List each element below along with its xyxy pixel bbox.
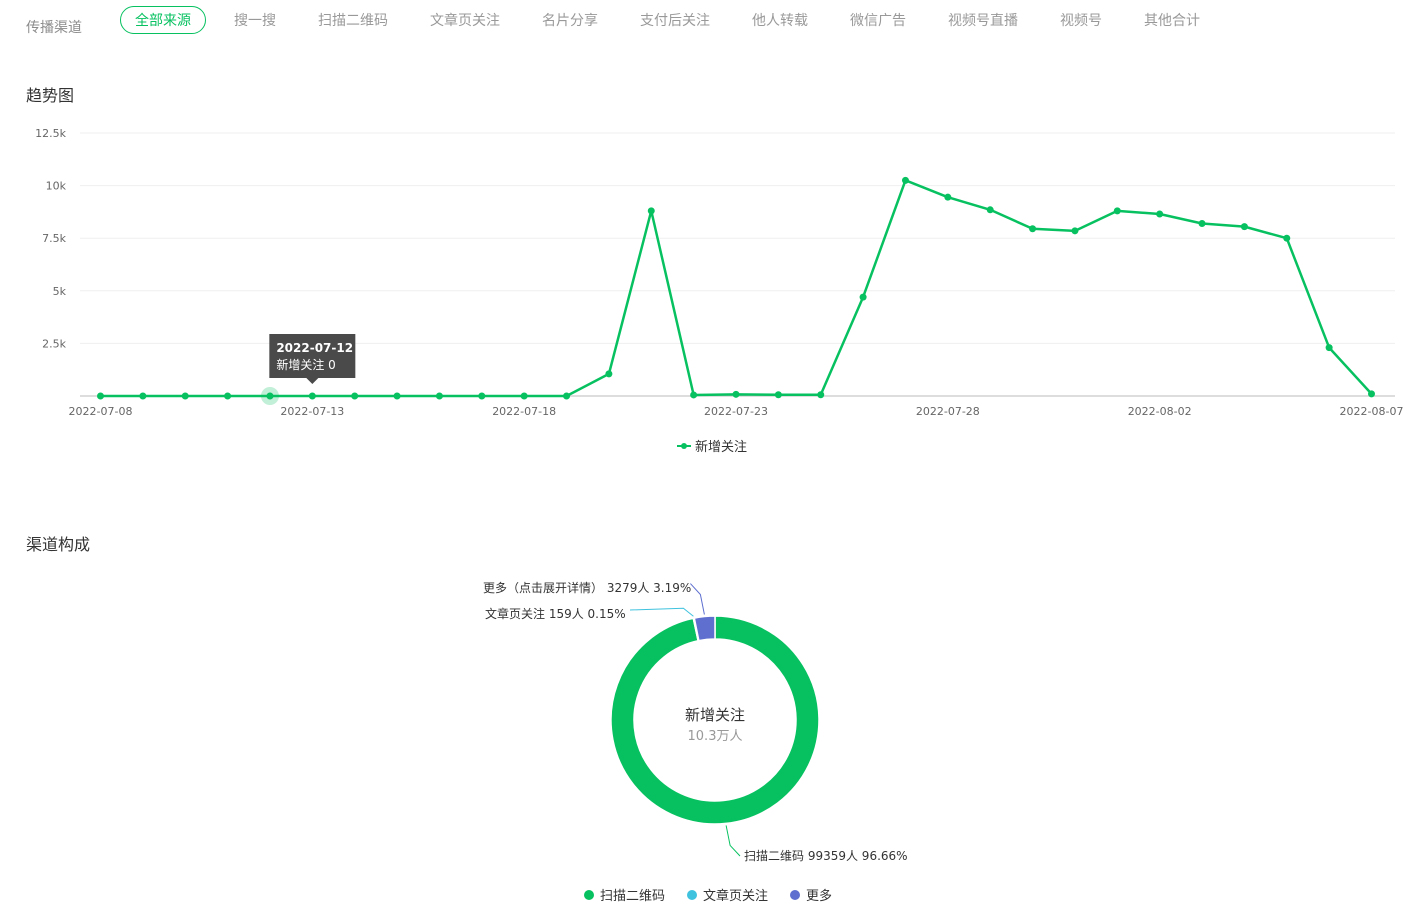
data-point[interactable] — [774, 391, 782, 399]
tooltip-value: 新增关注 0 — [276, 357, 335, 372]
composition-legend: 扫描二维码 文章页关注 更多 — [584, 885, 832, 904]
data-point[interactable] — [478, 392, 486, 400]
tooltip-arrow — [306, 378, 319, 384]
data-point[interactable] — [393, 392, 401, 400]
x-tick-label: 2022-07-23 — [704, 405, 768, 418]
tab-all-sources[interactable]: 全部来源 — [120, 6, 206, 34]
data-point[interactable] — [1198, 219, 1206, 227]
leader-line-more — [690, 583, 705, 615]
donut-slice-more[interactable] — [693, 615, 716, 642]
trend-chart: 2.5k 5k 7.5k 10k 12.5k 2022-07-08 2022-07-13 20… — [35, 127, 1404, 418]
leader-line-scan — [725, 825, 741, 857]
data-point[interactable] — [944, 193, 952, 201]
trend-legend-label: 新增关注 — [695, 440, 748, 455]
trend-legend[interactable]: 新增关注 — [677, 436, 747, 455]
tab-search[interactable]: 搜一搜 — [234, 11, 276, 31]
y-tick-label: 12.5k — [35, 127, 66, 140]
composition-title: 渠道构成 — [26, 535, 91, 554]
y-tick-label: 10k — [46, 180, 67, 193]
data-point[interactable] — [308, 392, 316, 400]
data-point[interactable] — [351, 392, 359, 400]
data-point[interactable] — [1368, 390, 1375, 398]
trend-title: 趋势图 — [26, 86, 75, 105]
legend-label-article[interactable]: 文章页关注 — [703, 885, 768, 904]
legend-label-more[interactable]: 更多 — [806, 885, 832, 904]
x-tick-label: 2022-07-13 — [280, 405, 344, 418]
data-point[interactable] — [563, 392, 571, 400]
x-tick-label: 2022-07-18 — [492, 405, 556, 418]
data-point[interactable] — [181, 392, 189, 400]
data-point[interactable] — [1283, 234, 1291, 242]
tab-article-follow[interactable]: 文章页关注 — [430, 11, 500, 31]
tab-after-payment[interactable]: 支付后关注 — [640, 11, 710, 31]
filter-label: 传播渠道 — [26, 20, 82, 36]
data-point[interactable] — [605, 370, 613, 378]
donut-center-title: 新增关注 — [685, 706, 745, 724]
x-tick-label: 2022-08-07 — [1340, 405, 1404, 418]
legend-dot-article — [687, 889, 698, 900]
data-point[interactable] — [732, 390, 740, 398]
data-point[interactable] — [817, 391, 825, 399]
data-point[interactable] — [266, 392, 274, 400]
y-tick-label: 5k — [53, 285, 67, 298]
data-point[interactable] — [1071, 227, 1079, 235]
leader-line-article — [629, 607, 694, 617]
x-tick-label: 2022-08-02 — [1128, 405, 1192, 418]
data-point[interactable] — [1156, 210, 1164, 218]
data-point[interactable] — [1240, 223, 1248, 231]
y-tick-label: 7.5k — [42, 232, 66, 245]
data-point[interactable] — [1325, 344, 1333, 352]
tab-channels-live[interactable]: 视频号直播 — [948, 11, 1018, 31]
pie-label-article: 文章页关注 159人 0.15% — [485, 606, 626, 621]
tab-wechat-ads[interactable]: 微信广告 — [850, 11, 906, 31]
data-point[interactable] — [139, 392, 147, 400]
data-point[interactable] — [1029, 225, 1037, 233]
x-tick-label: 2022-07-08 — [69, 405, 133, 418]
pie-label-scan: 扫描二维码 99359人 96.66% — [744, 849, 908, 863]
legend-line-marker — [677, 442, 691, 449]
legend-dot-more — [790, 889, 801, 900]
channel-filter-bar: 传播渠道 全部来源 搜一搜 扫描二维码 文章页关注 名片分享 支付后关注 他人转… — [0, 0, 1418, 44]
tooltip-date: 2022-07-12 — [276, 341, 353, 355]
data-point[interactable] — [647, 207, 655, 215]
donut-center-value: 10.3万人 — [688, 729, 743, 744]
x-tick-label: 2022-07-28 — [916, 405, 980, 418]
data-point[interactable] — [986, 206, 994, 214]
y-tick-label: 2.5k — [42, 337, 66, 350]
tab-channels[interactable]: 视频号 — [1060, 11, 1102, 31]
data-point[interactable] — [97, 392, 104, 400]
data-point[interactable] — [435, 392, 443, 400]
legend-dot-scan — [584, 889, 594, 900]
data-point[interactable] — [859, 293, 867, 301]
tab-others-total[interactable]: 其他合计 — [1144, 11, 1200, 31]
data-point[interactable] — [224, 392, 232, 400]
data-point[interactable] — [901, 176, 909, 184]
chart-tooltip: 2022-07-12 新增关注 0 — [269, 334, 356, 384]
composition-donut-chart: 更多（点击展开详情） 3279人 3.19% 文章页关注 159人 0.15% … — [483, 580, 908, 863]
tab-repost[interactable]: 他人转载 — [752, 11, 808, 31]
data-point[interactable] — [520, 392, 528, 400]
tab-card-share[interactable]: 名片分享 — [542, 11, 598, 31]
tab-scan-qrcode[interactable]: 扫描二维码 — [318, 11, 388, 31]
data-point[interactable] — [690, 391, 698, 399]
pie-label-more[interactable]: 更多（点击展开详情） 3279人 3.19% — [483, 580, 691, 595]
data-point[interactable] — [1113, 207, 1121, 215]
legend-label-scan[interactable]: 扫描二维码 — [600, 885, 665, 904]
